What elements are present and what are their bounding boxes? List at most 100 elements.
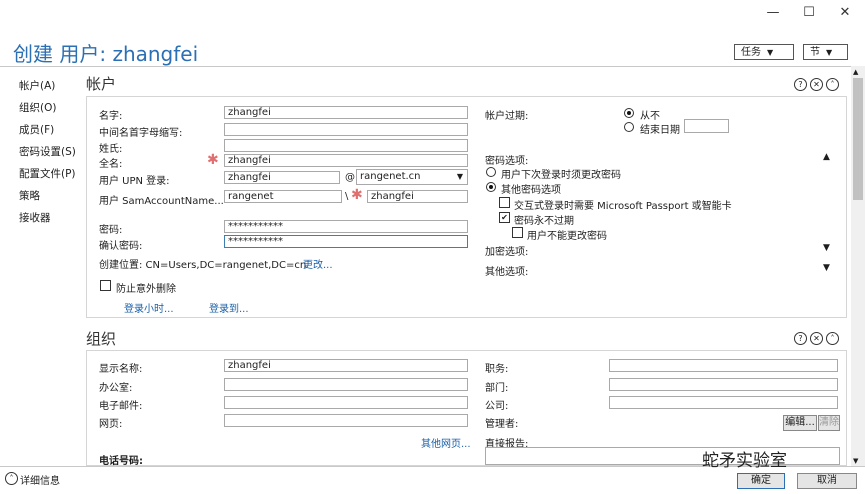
upn-label: 用户 UPN 登录: xyxy=(99,176,170,187)
must-change-radio[interactable] xyxy=(486,167,496,177)
logon-to-link[interactable]: 登录到... xyxy=(209,300,249,315)
full-name-label: 全名: xyxy=(99,159,123,170)
last-name-label: 姓氏: xyxy=(99,144,123,155)
help-icon[interactable]: ? xyxy=(794,78,807,91)
at-sign: @ xyxy=(345,172,355,183)
clear-manager-button[interactable]: 清除 xyxy=(818,415,840,431)
end-date-input[interactable] xyxy=(684,119,729,133)
scroll-up-icon[interactable]: ▲ xyxy=(853,68,858,76)
change-location-link[interactable]: 更改... xyxy=(303,256,333,271)
cannot-change-checkbox[interactable] xyxy=(512,227,523,238)
collapse-up-icon[interactable]: ▲ xyxy=(823,152,830,162)
expire-never-label: 从不 xyxy=(640,111,660,122)
expire-end-label: 结束日期 xyxy=(640,125,680,136)
create-location: 创建位置: CN=Users,DC=rangenet,DC=cn xyxy=(99,260,307,271)
close-section-icon[interactable]: ✕ xyxy=(810,78,823,91)
never-expire-checkbox[interactable]: ✔ xyxy=(499,212,510,223)
web-label: 网页: xyxy=(99,419,123,430)
tasks-label: 任务 xyxy=(741,47,761,58)
web-input[interactable] xyxy=(224,414,468,427)
header-divider xyxy=(0,66,865,67)
phone-label: 电话号码: xyxy=(99,456,143,467)
sam-input[interactable]: zhangfei xyxy=(367,190,468,203)
office-label: 办公室: xyxy=(99,383,133,394)
full-name-input[interactable]: zhangfei xyxy=(224,154,468,167)
chevron-down-icon: ▼ xyxy=(456,172,463,181)
job-title-label: 职务: xyxy=(485,364,509,375)
smartcard-checkbox[interactable] xyxy=(499,197,510,208)
other-options-radio[interactable] xyxy=(486,182,496,192)
scroll-down-icon[interactable]: ▼ xyxy=(853,457,858,465)
page-title: 创建 用户: zhangfei xyxy=(13,42,199,66)
nav-profile[interactable]: 配置文件(P) xyxy=(19,166,76,181)
close-section-icon[interactable]: ✕ xyxy=(810,332,823,345)
nav-policy[interactable]: 策略 xyxy=(19,188,40,203)
last-name-input[interactable] xyxy=(224,139,468,152)
office-input[interactable] xyxy=(224,378,468,391)
first-name-input[interactable]: zhangfei xyxy=(224,106,468,119)
expire-label: 帐户过期: xyxy=(485,111,529,122)
backslash: \ xyxy=(345,191,349,202)
confirm-password-input[interactable]: *********** xyxy=(224,235,468,248)
nav-account[interactable]: 帐户(A) xyxy=(19,78,55,93)
email-label: 电子邮件: xyxy=(99,401,143,412)
upn-domain-select[interactable]: rangenet.cn ▼ xyxy=(356,169,468,185)
nav-password-settings[interactable]: 密码设置(S) xyxy=(19,144,76,159)
required-star-icon: ✱ xyxy=(351,187,363,203)
department-input[interactable] xyxy=(609,378,838,391)
collapse-icon[interactable]: ˄ xyxy=(826,78,839,91)
nav-member-of[interactable]: 成员(F) xyxy=(19,122,54,137)
first-name-label: 名字: xyxy=(99,111,123,122)
expire-end-radio[interactable] xyxy=(624,122,634,132)
ok-button[interactable]: 确定 xyxy=(737,473,785,489)
scrollbar-thumb[interactable] xyxy=(853,78,863,200)
collapse-icon[interactable]: ˄ xyxy=(826,332,839,345)
edit-manager-button[interactable]: 编辑... xyxy=(783,415,817,431)
upn-input[interactable]: zhangfei xyxy=(224,171,340,184)
help-icon[interactable]: ? xyxy=(794,332,807,345)
display-name-input[interactable]: zhangfei xyxy=(224,359,468,372)
encryption-options-label: 加密选项: xyxy=(485,247,529,258)
display-name-label: 显示名称: xyxy=(99,364,143,375)
expand-down-icon[interactable]: ▼ xyxy=(823,263,830,273)
cannot-change-label: 用户不能更改密码 xyxy=(527,231,607,242)
chevron-down-icon: ▼ xyxy=(826,48,833,57)
initials-label: 中间名首字母缩写: xyxy=(99,128,183,139)
sam-label: 用户 SamAccountName... xyxy=(99,196,224,207)
protect-checkbox[interactable] xyxy=(100,280,111,291)
never-expire-label: 密码永不过期 xyxy=(514,216,574,227)
expand-down-icon[interactable]: ▼ xyxy=(823,243,830,253)
sections-label: 节 xyxy=(810,47,820,58)
password-options-label: 密码选项: xyxy=(485,156,529,167)
expire-never-radio[interactable] xyxy=(624,108,634,118)
manager-label: 管理者: xyxy=(485,419,519,430)
job-title-input[interactable] xyxy=(609,359,838,372)
protect-label: 防止意外删除 xyxy=(116,284,176,295)
org-section-title: 组织 xyxy=(86,330,117,348)
logon-hours-link[interactable]: 登录小时... xyxy=(124,300,174,315)
other-options-label: 其他密码选项 xyxy=(501,185,561,196)
email-input[interactable] xyxy=(224,396,468,409)
close-button[interactable]: ✕ xyxy=(831,4,859,22)
nav-silo[interactable]: 接收器 xyxy=(19,210,51,225)
must-change-label: 用户下次登录时须更改密码 xyxy=(501,170,621,181)
password-input[interactable]: *********** xyxy=(224,220,468,233)
minimize-button[interactable]: — xyxy=(759,4,787,22)
tasks-dropdown[interactable]: 任务 ▼ xyxy=(734,44,794,60)
confirm-password-label: 确认密码: xyxy=(99,241,143,252)
watermark: 蛇矛实验室 xyxy=(702,451,787,471)
chevron-up-icon[interactable]: ˄ xyxy=(5,472,18,485)
maximize-button[interactable]: ☐ xyxy=(795,4,823,22)
details-toggle[interactable]: 详细信息 xyxy=(20,472,60,487)
smartcard-label: 交互式登录时需要 Microsoft Passport 或智能卡 xyxy=(514,201,732,212)
required-star-icon: ✱ xyxy=(207,152,219,168)
initials-input[interactable] xyxy=(224,123,468,136)
upn-domain-value: rangenet.cn xyxy=(360,171,421,182)
department-label: 部门: xyxy=(485,383,509,394)
sections-dropdown[interactable]: 节 ▼ xyxy=(803,44,848,60)
company-input[interactable] xyxy=(609,396,838,409)
chevron-down-icon: ▼ xyxy=(767,48,774,57)
nav-organization[interactable]: 组织(O) xyxy=(19,100,56,115)
cancel-button[interactable]: 取消 xyxy=(797,473,857,489)
other-web-link[interactable]: 其他网页... xyxy=(421,435,471,450)
